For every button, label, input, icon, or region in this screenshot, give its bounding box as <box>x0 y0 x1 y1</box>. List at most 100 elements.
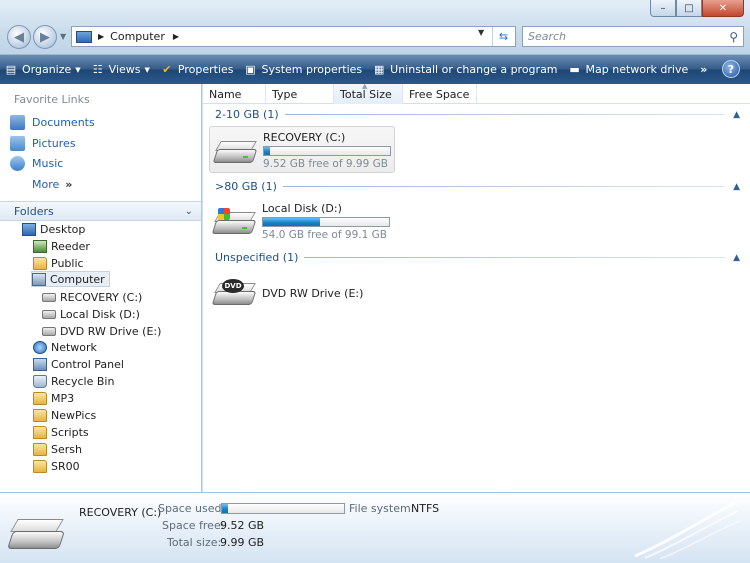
refresh-button[interactable]: ⇆ <box>492 27 514 46</box>
forward-arrow-icon: ▶ <box>40 29 50 45</box>
drive-name: DVD RW Drive (E:) <box>262 287 364 300</box>
group-header-label: Unspecified (1) <box>215 251 299 264</box>
file-system-label: File system: <box>349 502 415 515</box>
properties-button[interactable]: ✔ Properties <box>156 55 240 84</box>
minimize-button[interactable]: – <box>650 0 676 17</box>
tree-item-recovery-c[interactable]: RECOVERY (C:) <box>42 289 142 305</box>
group-header-unspecified[interactable]: Unspecified (1) ▲ <box>215 251 740 264</box>
tree-item-scripts[interactable]: Scripts <box>33 424 89 440</box>
column-headers: Name Type ▲ Total Size Free Space <box>203 82 750 104</box>
properties-label: Properties <box>177 63 234 76</box>
breadcrumb-computer[interactable]: Computer <box>110 30 165 43</box>
uninstall-program-button[interactable]: ▦ Uninstall or change a program <box>368 55 563 84</box>
back-button[interactable]: ◀ <box>7 25 31 49</box>
tree-item-network[interactable]: Network <box>33 339 97 355</box>
column-header-name[interactable]: Name <box>203 84 266 104</box>
tree-item-label: Control Panel <box>51 357 124 371</box>
tree-item-control-panel[interactable]: Control Panel <box>33 356 124 372</box>
views-icon: ☷ <box>92 63 103 76</box>
tree-item-dvd-rw-e[interactable]: DVD RW Drive (E:) <box>42 323 161 339</box>
column-header-type[interactable]: Type <box>266 84 334 104</box>
tree-item-reeder[interactable]: Reeder <box>33 238 90 254</box>
chevron-down-icon: ⌄ <box>184 205 193 217</box>
tree-item-public[interactable]: Public <box>33 255 84 271</box>
column-header-total-size[interactable]: ▲ Total Size <box>334 82 403 104</box>
tree-item-sersh[interactable]: Sersh <box>33 441 82 457</box>
address-bar[interactable]: ▶ Computer ▶ <box>71 26 516 47</box>
group-header-label: 2-10 GB (1) <box>215 108 279 121</box>
tree-item-label: Reeder <box>51 239 90 253</box>
tree-item-computer[interactable]: Computer <box>31 271 110 287</box>
collapse-icon[interactable]: ▲ <box>733 182 740 192</box>
collapse-icon[interactable]: ▲ <box>733 253 740 263</box>
recent-pages-dropdown-icon[interactable]: ▼ <box>60 32 66 41</box>
search-input[interactable]: Search ⚲ <box>522 26 744 47</box>
folder-icon <box>33 256 47 270</box>
group-header-2-10gb[interactable]: 2-10 GB (1) ▲ <box>215 108 740 121</box>
tree-item-label: DVD RW Drive (E:) <box>60 324 162 338</box>
favorite-music[interactable]: Music <box>10 156 63 171</box>
chevron-down-icon: ▼ <box>144 65 150 74</box>
breadcrumb-separator-icon[interactable]: ▶ <box>98 32 104 41</box>
group-header-80gb[interactable]: >80 GB (1) ▲ <box>215 180 740 193</box>
folder-icon <box>33 459 47 473</box>
tree-item-label: Recycle Bin <box>51 374 115 388</box>
content-pane: Name Type ▲ Total Size Free Space 2-10 G… <box>203 82 750 492</box>
recycle-bin-icon <box>33 374 47 388</box>
drive-tile-dvd-rw-e[interactable]: DVD DVD RW Drive (E:) <box>209 269 395 316</box>
drive-icon <box>42 309 56 319</box>
group-header-label: >80 GB (1) <box>215 180 277 193</box>
tree-item-label: SR00 <box>51 459 80 473</box>
folders-header[interactable]: Folders ⌄ <box>0 201 201 221</box>
tree-item-desktop[interactable]: Desktop <box>22 221 85 237</box>
tree-item-label: Public <box>51 256 84 270</box>
help-button[interactable]: ? <box>722 60 740 78</box>
pictures-icon <box>10 136 25 151</box>
tree-item-label: MP3 <box>51 391 75 405</box>
search-icon[interactable]: ⚲ <box>729 30 738 44</box>
details-pane: RECOVERY (C:) Space used: File system: N… <box>0 492 750 563</box>
tree-item-mp3[interactable]: MP3 <box>33 390 74 406</box>
back-arrow-icon: ◀ <box>14 29 24 45</box>
favorite-documents[interactable]: Documents <box>10 115 95 130</box>
space-free-value: 9.52 GB <box>220 519 265 532</box>
drive-icon <box>42 292 56 302</box>
drive-usage-bar <box>263 146 391 156</box>
drive-tile-recovery-c[interactable]: RECOVERY (C:) 9.52 GB free of 9.99 GB <box>209 126 395 173</box>
network-icon <box>33 340 47 354</box>
forward-button[interactable]: ▶ <box>33 25 57 49</box>
file-system-value: NTFS <box>411 502 440 515</box>
system-properties-button[interactable]: ▣ System properties <box>240 55 369 84</box>
maximize-button[interactable]: □ <box>676 0 702 17</box>
dvd-badge: DVD <box>222 279 244 293</box>
organize-button[interactable]: ▤ Organize ▼ <box>0 55 87 84</box>
drive-free-space: 54.0 GB free of 99.1 GB <box>262 229 387 241</box>
computer-icon <box>32 272 46 286</box>
dvd-drive-icon: DVD <box>211 279 257 309</box>
hard-drive-icon <box>212 137 258 167</box>
views-button[interactable]: ☷ Views ▼ <box>87 55 156 84</box>
details-usage-bar <box>221 503 345 514</box>
close-button[interactable]: ✕ <box>702 0 744 17</box>
tree-item-sr00[interactable]: SR00 <box>33 458 80 474</box>
collapse-icon[interactable]: ▲ <box>733 110 740 120</box>
map-network-drive-button[interactable]: ▬ Map network drive » <box>564 55 714 84</box>
folder-icon <box>33 442 47 456</box>
address-dropdown-icon[interactable]: ▼ <box>478 28 484 37</box>
tree-item-local-disk-d[interactable]: Local Disk (D:) <box>42 306 140 322</box>
breadcrumb-chevron-icon[interactable]: ▶ <box>173 32 179 41</box>
desktop-icon <box>22 222 36 236</box>
tree-item-newpics[interactable]: NewPics <box>33 407 96 423</box>
group-divider <box>304 257 726 258</box>
favorite-pictures[interactable]: Pictures <box>10 136 76 151</box>
tree-item-recycle-bin[interactable]: Recycle Bin <box>33 373 114 389</box>
column-header-free-space[interactable]: Free Space <box>403 84 477 104</box>
user-folder-icon <box>33 239 47 253</box>
more-commands-chevron-icon[interactable]: » <box>700 63 707 76</box>
system-properties-icon: ▣ <box>245 63 256 76</box>
computer-icon <box>76 30 92 43</box>
more-links[interactable]: More » <box>32 178 72 191</box>
windows-logo-icon <box>218 208 230 220</box>
drive-tile-local-disk-d[interactable]: Local Disk (D:) 54.0 GB free of 99.1 GB <box>209 198 395 245</box>
favorite-links-header: Favorite Links <box>14 93 90 106</box>
